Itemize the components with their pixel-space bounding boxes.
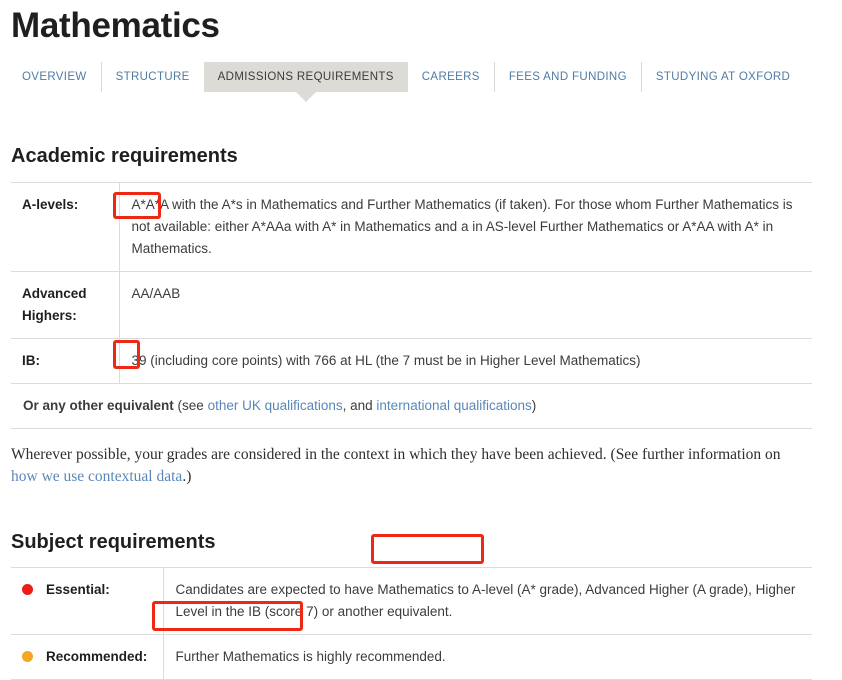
recommended-text-after: is highly recommended. xyxy=(299,649,446,664)
tab-admissions-requirements[interactable]: ADMISSIONS REQUIREMENTS xyxy=(203,62,408,102)
tab-label: STUDYING AT OXFORD xyxy=(655,71,791,83)
table-row-recommended: Recommended: Further Mathematics is high… xyxy=(11,634,812,680)
essential-value: Candidates are expected to have Mathemat… xyxy=(163,567,812,635)
table-row-other-equivalent: Or any other equivalent (see other UK qu… xyxy=(11,383,812,429)
tab-overview[interactable]: OVERVIEW xyxy=(11,62,101,92)
recommended-highlighted-subject: Further Mathematics xyxy=(175,649,300,664)
contextual-note-tail: .) xyxy=(182,468,192,485)
advanced-highers-value: AA/AAB xyxy=(119,271,812,339)
ib-description: (including core points) with 766 at HL (… xyxy=(146,353,641,368)
table-row-essential: Essential: Candidates are expected to ha… xyxy=(11,567,812,635)
tab-label: ADMISSIONS REQUIREMENTS xyxy=(217,71,394,83)
essential-label-cell: Essential: xyxy=(11,567,164,635)
link-other-uk-qualifications[interactable]: other UK qualifications xyxy=(208,398,343,413)
page-title: Mathematics xyxy=(11,6,220,45)
tab-structure[interactable]: STRUCTURE xyxy=(100,62,204,92)
tab-fees-and-funding[interactable]: FEES AND FUNDING xyxy=(493,62,641,92)
tab-label: OVERVIEW xyxy=(22,71,87,83)
tab-studying-at-oxford[interactable]: STUDYING AT OXFORD xyxy=(640,62,804,92)
other-equivalent-tail: ) xyxy=(531,398,537,413)
alevels-label: A-levels: xyxy=(11,182,120,272)
recommended-label-cell: Recommended: xyxy=(11,634,164,680)
essential-highlighted-subject: Mathematics to xyxy=(377,582,469,597)
tab-pointer-icon xyxy=(295,92,316,102)
alevels-value: A*A*A with the A*s in Mathematics and Fu… xyxy=(119,182,812,272)
course-page: Mathematics OVERVIEW STRUCTURE ADMISSION… xyxy=(0,0,842,680)
subject-requirements-heading: Subject requirements xyxy=(11,531,216,553)
subject-requirements-table: Essential: Candidates are expected to ha… xyxy=(11,567,812,680)
other-equivalent-mid: , and xyxy=(342,398,377,413)
other-equivalent-see: (see xyxy=(173,398,208,413)
other-equivalent-cell: Or any other equivalent (see other UK qu… xyxy=(11,383,812,429)
essential-label: Essential: xyxy=(46,582,110,597)
table-row-alevels: A-levels: A*A*A with the A*s in Mathemat… xyxy=(11,182,812,272)
tab-careers[interactable]: CAREERS xyxy=(408,62,494,92)
alevels-grade: A*A*A xyxy=(131,197,169,212)
other-equivalent-lead: Or any other equivalent xyxy=(23,398,174,413)
alevels-description: with the A*s in Mathematics and Further … xyxy=(131,197,793,256)
ib-value: 39 (including core points) with 766 at H… xyxy=(119,338,812,384)
contextual-data-note: Wherever possible, your grades are consi… xyxy=(8,429,801,488)
table-row-advanced-highers: Advanced Highers: AA/AAB xyxy=(11,271,812,339)
tab-label: CAREERS xyxy=(421,71,480,83)
recommended-label: Recommended: xyxy=(46,649,148,664)
essential-status-dot-icon xyxy=(22,583,33,595)
course-tab-bar: OVERVIEW STRUCTURE ADMISSIONS REQUIREMEN… xyxy=(8,62,834,102)
essential-text-before: Candidates are expected to have xyxy=(175,582,378,597)
tab-label: FEES AND FUNDING xyxy=(508,71,627,83)
tab-label: STRUCTURE xyxy=(115,71,190,83)
recommended-value: Further Mathematics is highly recommende… xyxy=(163,634,812,680)
academic-requirements-table: A-levels: A*A*A with the A*s in Mathemat… xyxy=(11,182,812,429)
ib-score: 39 xyxy=(131,353,147,368)
link-how-we-use-contextual-data[interactable]: how we use contextual data xyxy=(11,468,182,485)
advanced-highers-label: Advanced Highers: xyxy=(11,271,120,339)
table-row-ib: IB: 39 (including core points) with 766 … xyxy=(11,338,812,384)
recommended-status-dot-icon xyxy=(22,650,33,662)
link-international-qualifications[interactable]: international qualifications xyxy=(376,398,531,413)
academic-requirements-heading: Academic requirements xyxy=(11,145,238,167)
ib-label: IB: xyxy=(11,338,120,384)
contextual-note-text: Wherever possible, your grades are consi… xyxy=(11,446,781,463)
